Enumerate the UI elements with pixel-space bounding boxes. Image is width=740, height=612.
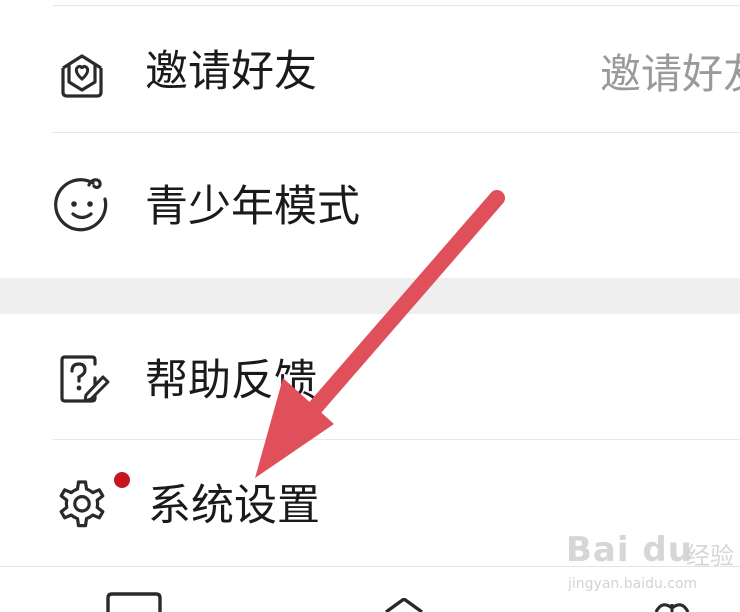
baby-face-icon bbox=[54, 178, 108, 232]
gear-icon bbox=[59, 480, 105, 528]
menu-item-label: 青少年模式 bbox=[145, 182, 360, 232]
help-feedback-icon bbox=[60, 355, 110, 403]
menu-item-help-feedback[interactable]: 帮助反馈 bbox=[0, 314, 740, 439]
watermark-suffix: 经验 bbox=[686, 542, 734, 570]
menu-item-value: 邀请好友 bbox=[600, 50, 740, 98]
menu-item-invite-friends[interactable]: 邀请好友 邀请好友 bbox=[0, 6, 740, 132]
menu-item-teen-mode[interactable]: 青少年模式 bbox=[0, 133, 740, 278]
notification-dot bbox=[114, 472, 130, 488]
tab-home-icon[interactable] bbox=[384, 598, 424, 612]
envelope-heart-icon bbox=[61, 54, 103, 98]
settings-menu-screen: 邀请好友 邀请好友 青少年模式 帮助反馈 系统设置 bbox=[0, 0, 740, 612]
menu-item-label: 邀请好友 bbox=[145, 47, 317, 97]
tab-message-icon[interactable] bbox=[104, 592, 164, 612]
menu-item-label: 系统设置 bbox=[148, 481, 320, 531]
section-gap bbox=[0, 278, 740, 314]
watermark-url: jingyan.baidu.com bbox=[568, 576, 698, 592]
menu-item-label: 帮助反馈 bbox=[145, 356, 317, 406]
watermark: Bai du 经验 jingyan.baidu.com bbox=[566, 530, 736, 602]
watermark-brand: Bai du bbox=[566, 530, 693, 570]
